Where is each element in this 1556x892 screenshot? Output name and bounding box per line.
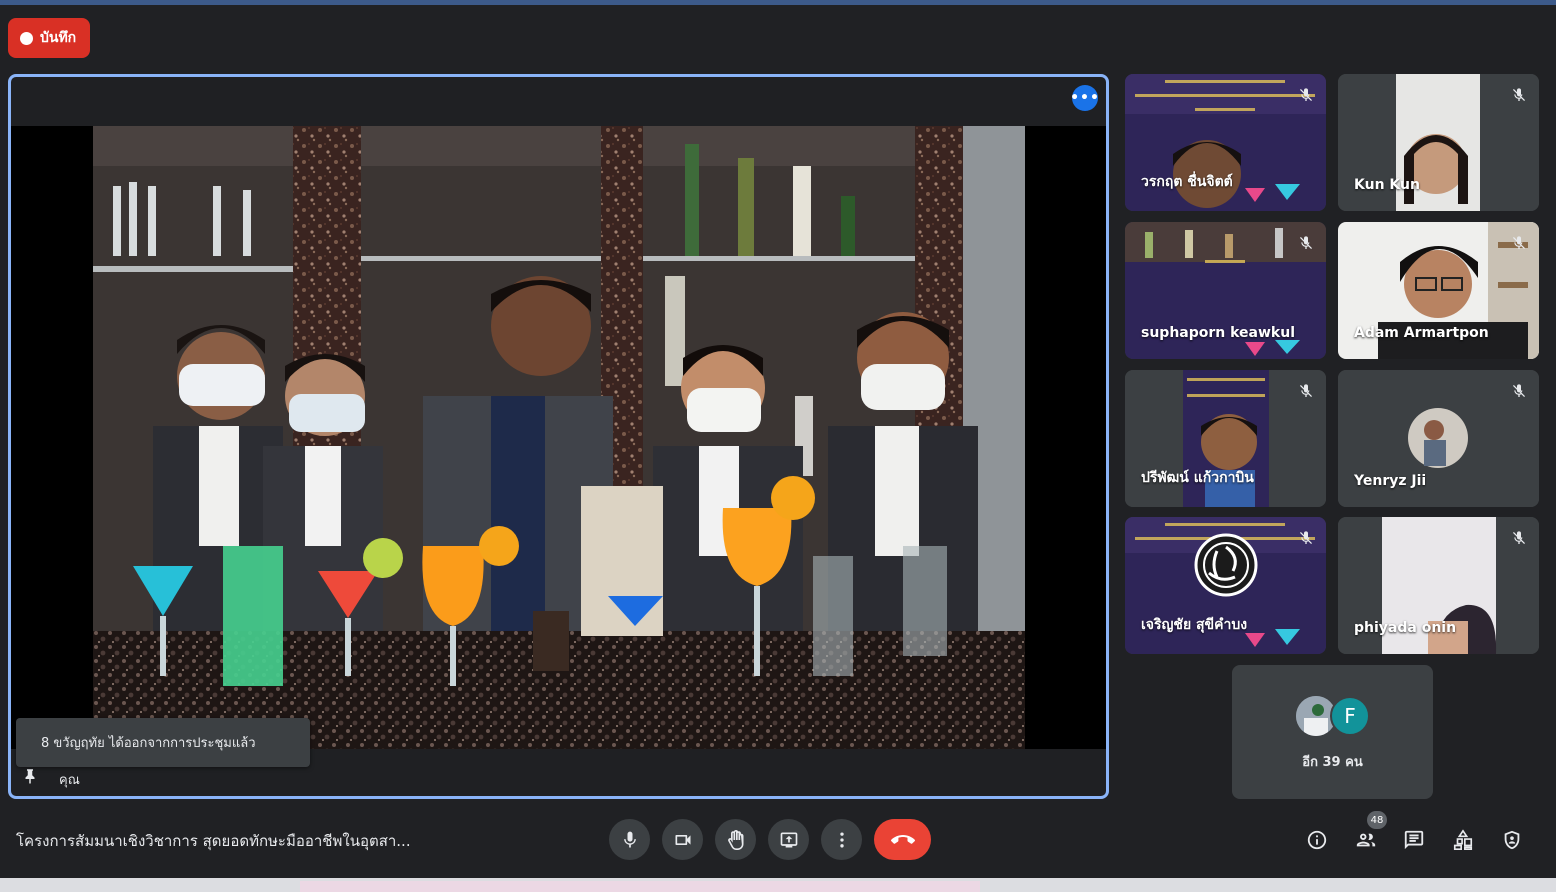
participant-tile[interactable]: เจริญชัย สุขีคำบง	[1125, 517, 1326, 654]
activities-button[interactable]	[1450, 827, 1476, 853]
mic-off-icon	[1300, 236, 1312, 249]
shared-video-photo	[93, 126, 1025, 749]
main-video-tile[interactable]: ••• 8 ขวัญฤทัย ได้ออกจากการประชุมแล้ว คุ…	[8, 74, 1109, 799]
mic-off-icon	[1300, 88, 1312, 101]
participant-left-notification: 8 ขวัญฤทัย ได้ออกจากการประชุมแล้ว	[16, 718, 310, 767]
people-icon	[1356, 833, 1376, 847]
meeting-details-button[interactable]	[1304, 827, 1330, 853]
taskbar-strip	[0, 878, 1556, 892]
participant-tile[interactable]: วรกฤต ชื่นจิตต์	[1125, 74, 1326, 211]
leave-call-button[interactable]	[874, 819, 931, 860]
chat-button[interactable]	[1401, 827, 1427, 853]
participant-name: phiyada onin	[1354, 620, 1457, 636]
meeting-title[interactable]: โครงการสัมมนาเชิงวิชาการ สุดยอดทักษะมืออ…	[16, 829, 411, 853]
participant-tile[interactable]: phiyada onin	[1338, 517, 1539, 654]
more-participants-label: อีก 39 คน	[1302, 755, 1363, 770]
participant-tile[interactable]: Kun Kun	[1338, 74, 1539, 211]
participant-tile[interactable]: suphaporn keawkul	[1125, 222, 1326, 359]
participant-name: Kun Kun	[1354, 177, 1420, 193]
hand-icon	[727, 829, 743, 850]
mic-off-icon	[1513, 236, 1525, 249]
mic-off-icon	[1513, 88, 1525, 101]
participant-tile[interactable]: Adam Armartpon	[1338, 222, 1539, 359]
call-end-icon	[890, 834, 915, 844]
participant-tile[interactable]: ปรีพัฒน์ แก้วกาบิน	[1125, 370, 1326, 507]
mic-off-icon	[1513, 384, 1525, 397]
recording-label: บันทึก	[40, 30, 77, 46]
recording-indicator[interactable]: บันทึก	[8, 18, 90, 58]
pin-icon[interactable]	[21, 767, 39, 785]
participant-name: suphaporn keawkul	[1141, 325, 1296, 341]
participant-name: Adam Armartpon	[1354, 325, 1489, 341]
camera-button[interactable]	[662, 819, 703, 860]
participants-button[interactable]	[1353, 827, 1379, 853]
participant-name: วรกฤต ชื่นจิตต์	[1141, 174, 1233, 190]
more-participants-tile[interactable]: F อีก 39 คน	[1232, 665, 1433, 799]
participant-tile[interactable]: Yenryz Jii	[1338, 370, 1539, 507]
notification-text: 8 ขวัญฤทัย ได้ออกจากการประชุมแล้ว	[41, 736, 256, 751]
mic-off-icon	[1300, 531, 1312, 544]
more-options-button[interactable]: •••	[1070, 85, 1100, 111]
activities-icon	[1453, 829, 1473, 850]
mic-off-icon	[1513, 531, 1525, 544]
more-options-menu-button[interactable]	[821, 819, 862, 860]
more-vert-icon	[839, 832, 844, 847]
host-controls-icon	[1504, 830, 1520, 850]
more-horiz-icon: •••	[1070, 90, 1100, 106]
mic-off-icon	[1300, 384, 1312, 397]
info-icon	[1307, 830, 1327, 850]
record-dot-icon	[20, 31, 33, 45]
host-controls-button[interactable]	[1499, 827, 1525, 853]
microphone-button[interactable]	[609, 819, 650, 860]
participant-name: เจริญชัย สุขีคำบง	[1141, 617, 1248, 633]
participant-name: Yenryz Jii	[1354, 473, 1427, 489]
window-top-border	[0, 0, 1556, 5]
mic-icon	[623, 831, 636, 847]
avatar: F	[1330, 696, 1370, 736]
chat-icon	[1404, 830, 1424, 850]
main-participant-name: คุณ	[59, 773, 80, 788]
participants-count-badge: 48	[1367, 811, 1387, 829]
participant-name: ปรีพัฒน์ แก้วกาบิน	[1141, 470, 1254, 486]
present-screen-button[interactable]	[768, 819, 809, 860]
present-screen-icon	[780, 832, 797, 847]
raise-hand-button[interactable]	[715, 819, 756, 860]
videocam-icon	[675, 834, 690, 845]
